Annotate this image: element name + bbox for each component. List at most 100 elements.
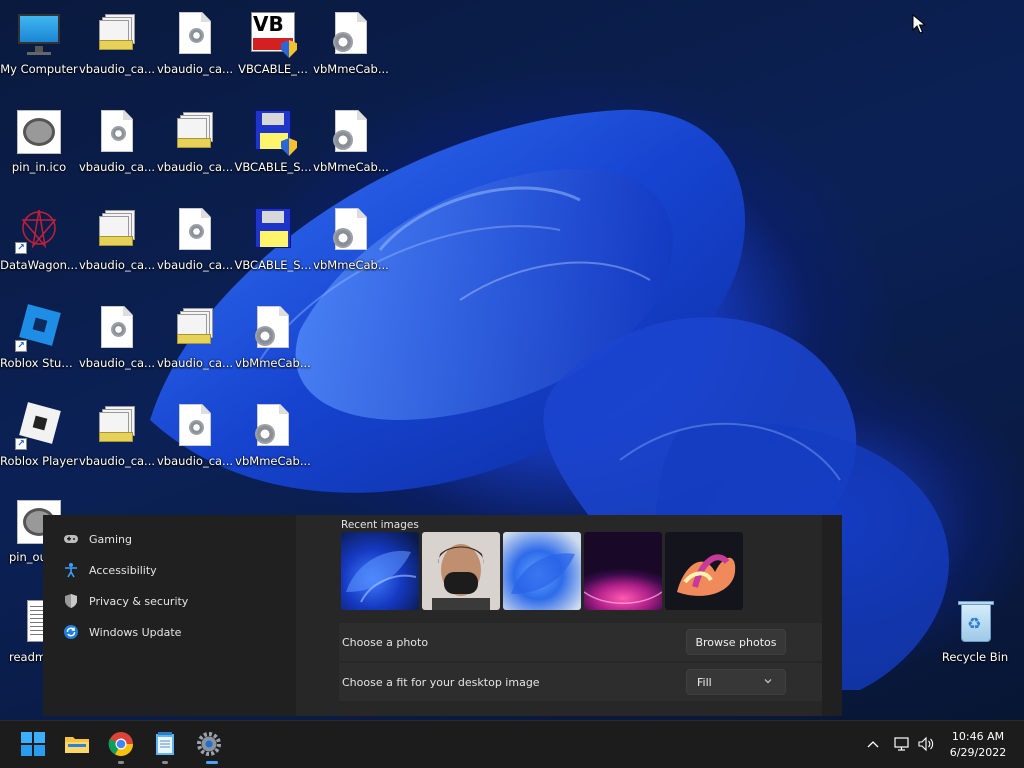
- chrome-icon[interactable]: [108, 731, 134, 757]
- stack-file-icon: [171, 304, 219, 352]
- desktop-icon-my-computer[interactable]: My Computer: [0, 6, 78, 98]
- desktop-icon-label: vbaudio_ca...: [78, 258, 156, 272]
- fit-dropdown-value: Fill: [697, 675, 712, 689]
- desktop-icon-roblox-player[interactable]: ↗ Roblox Player: [0, 398, 78, 490]
- nav-item-privacy-security[interactable]: Privacy & security: [53, 586, 289, 616]
- desktop-icon-vbaudio-1[interactable]: vbaudio_ca...: [78, 6, 156, 98]
- settings-icon[interactable]: [196, 731, 222, 757]
- desktop-icon-label: vbaudio_ca...: [156, 356, 234, 370]
- desktop-icon-label: vbaudio_ca...: [156, 454, 234, 468]
- recent-image-thumb-4[interactable]: [584, 532, 662, 610]
- nav-item-windows-update[interactable]: Windows Update: [53, 617, 289, 647]
- desktop-icon-label: vbaudio_ca...: [78, 62, 156, 76]
- settings-nav: Gaming Accessibility Privacy & security …: [43, 515, 296, 716]
- nav-item-accessibility[interactable]: Accessibility: [53, 555, 289, 585]
- choose-photo-row: Choose a photo Browse photos: [339, 623, 824, 661]
- fit-dropdown[interactable]: Fill: [686, 669, 786, 695]
- desktop-icon-vbaudio-3[interactable]: vbaudio_ca...: [78, 104, 156, 196]
- desktop-icon-vbaudio-8[interactable]: vbaudio_ca...: [156, 300, 234, 392]
- notepad-icon[interactable]: [152, 731, 178, 757]
- settings-file-icon: [93, 304, 141, 352]
- settings-file-icon: [327, 10, 375, 58]
- recent-image-thumb-5[interactable]: [665, 532, 743, 610]
- gamepad-icon: [63, 531, 79, 547]
- desktop-icon-vbmme-1[interactable]: vbMmeCab...: [312, 6, 390, 98]
- choose-fit-label: Choose a fit for your desktop image: [342, 675, 540, 689]
- accessibility-icon: [63, 562, 79, 578]
- desktop-icon-vbmme-3[interactable]: vbMmeCab...: [312, 202, 390, 294]
- recent-image-thumb-3[interactable]: [503, 532, 581, 610]
- active-indicator: [206, 761, 218, 764]
- desktop-icon-label: vbMmeCab...: [313, 62, 389, 76]
- desktop-icon-label: vbMmeCab...: [235, 454, 311, 468]
- desktop-icon-label: Recycle Bin: [941, 650, 1009, 664]
- monitor-icon: [15, 10, 63, 58]
- recent-image-thumb-2[interactable]: [422, 532, 500, 610]
- choose-photo-label: Choose a photo: [342, 635, 429, 649]
- desktop-icon-vbaudio-2[interactable]: vbaudio_ca...: [156, 6, 234, 98]
- desktop-icon-label: vbaudio_ca...: [78, 454, 156, 468]
- recycle-bin-icon: ♻: [951, 598, 999, 646]
- start-icon[interactable]: [20, 731, 46, 757]
- nav-item-gaming[interactable]: Gaming: [53, 524, 289, 554]
- pin-image-icon: [15, 108, 63, 156]
- desktop-icon-label: vbaudio_ca...: [156, 160, 234, 174]
- clock-date[interactable]: 6/29/2022: [943, 746, 1013, 759]
- scrollbar-gutter: [822, 515, 842, 716]
- desktop-icon-datawagon[interactable]: ↗ DataWagon...: [0, 202, 78, 294]
- desktop-icon-vbaudio-10[interactable]: vbaudio_ca...: [156, 398, 234, 490]
- stack-file-icon: [93, 206, 141, 254]
- volume-icon[interactable]: [917, 735, 935, 757]
- settings-file-icon: [249, 402, 297, 450]
- recent-images-title: Recent images: [341, 519, 419, 531]
- desktop-icon-vbmme-4[interactable]: vbMmeCab...: [234, 300, 312, 392]
- settings-file-icon: [171, 10, 219, 58]
- recent-image-thumb-1[interactable]: [341, 532, 419, 610]
- desktop-icon-recycle-bin[interactable]: ♻ Recycle Bin: [936, 594, 1014, 686]
- desktop-icon-vbaudio-6[interactable]: vbaudio_ca...: [156, 202, 234, 294]
- browse-photos-button[interactable]: Browse photos: [686, 629, 786, 655]
- desktop-icon-label: VBCABLE_S...: [234, 160, 312, 174]
- desktop-icon-vbaudio-5[interactable]: vbaudio_ca...: [78, 202, 156, 294]
- chevron-up-icon[interactable]: [866, 737, 880, 756]
- desktop-icon-vbaudio-7[interactable]: vbaudio_ca...: [78, 300, 156, 392]
- chevron-down-icon: [763, 676, 773, 689]
- desktop-icon-vbaudio-9[interactable]: vbaudio_ca...: [78, 398, 156, 490]
- desktop-icon-pin-in[interactable]: pin_in.ico: [0, 104, 78, 196]
- nav-item-label: Accessibility: [89, 563, 157, 577]
- clock-time[interactable]: 10:46 AM: [943, 730, 1013, 743]
- desktop-icon-label: VBCABLE_...: [238, 62, 308, 76]
- personalization-background-panel: Recent images Choose a photo Browse phot…: [296, 515, 842, 716]
- update-icon: [63, 624, 79, 640]
- desktop-icon-vbcable-setup-2[interactable]: VBCABLE_S...: [234, 202, 312, 294]
- floppy-setup-icon: [249, 206, 297, 254]
- desktop-icon-vbmme-2[interactable]: vbMmeCab...: [312, 104, 390, 196]
- desktop-icon-roblox-studio[interactable]: ↗ Roblox Studio: [0, 300, 78, 392]
- desktop-icon-label: My Computer: [0, 62, 78, 76]
- stack-file-icon: [93, 402, 141, 450]
- desktop-icon-label: Roblox Studio: [0, 356, 78, 370]
- desktop-icon-label: vbMmeCab...: [235, 356, 311, 370]
- desktop-icon-label: Roblox Player: [0, 454, 78, 468]
- desktop-icon-vbcable-setup-1[interactable]: VBCABLE_S...: [234, 104, 312, 196]
- settings-file-icon: [327, 206, 375, 254]
- nav-item-label: Privacy & security: [89, 594, 189, 608]
- nav-item-label: Gaming: [89, 532, 132, 546]
- network-icon[interactable]: [893, 735, 911, 757]
- running-indicator: [162, 761, 168, 764]
- desktop-icon-vbcable-1[interactable]: VB VBCABLE_...: [234, 6, 312, 98]
- desktop-icon-label: vbaudio_ca...: [78, 160, 156, 174]
- settings-file-icon: [249, 304, 297, 352]
- desktop-icon-vbaudio-4[interactable]: vbaudio_ca...: [156, 104, 234, 196]
- desktop-icon-label: DataWagon...: [0, 258, 78, 272]
- desktop-icon-label: vbaudio_ca...: [156, 62, 234, 76]
- taskbar: 10:46 AM 6/29/2022: [0, 720, 1024, 768]
- settings-file-icon: [327, 108, 375, 156]
- settings-file-icon: [171, 206, 219, 254]
- file-explorer-icon[interactable]: [64, 731, 90, 757]
- stack-file-icon: [93, 10, 141, 58]
- desktop-icon-vbmme-5[interactable]: vbMmeCab...: [234, 398, 312, 490]
- floppy-setup-icon: [249, 108, 297, 156]
- desktop-icon-label: vbMmeCab...: [313, 258, 389, 272]
- mouse-cursor-icon: [912, 14, 926, 34]
